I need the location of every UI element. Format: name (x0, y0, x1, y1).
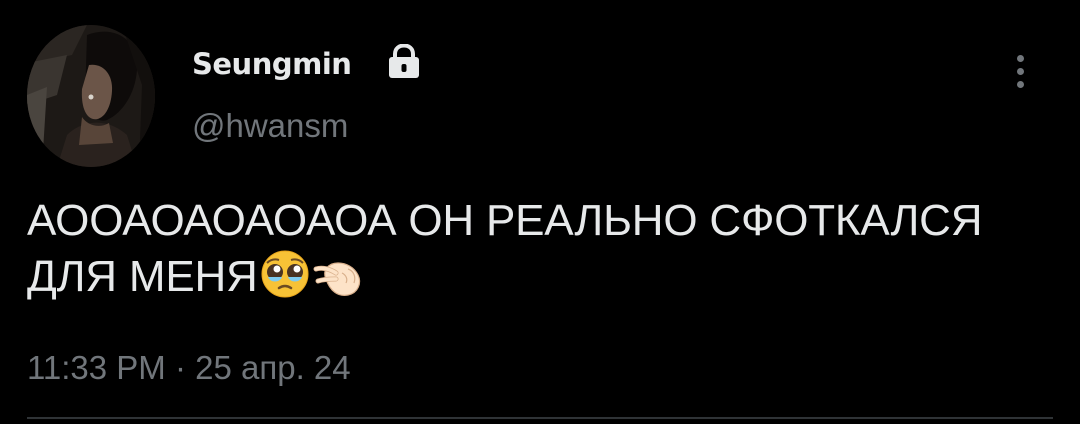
pinching-hand-emoji-icon (312, 249, 366, 299)
author-handle[interactable]: @hwansm (192, 106, 348, 146)
tweet-text: АООАОАОАОАОА ОН РЕАЛЬНО СФОТКАЛСЯ ДЛЯ МЕ… (27, 193, 1067, 305)
pleading-face-emoji-icon (258, 249, 312, 299)
more-options-button[interactable] (1006, 50, 1036, 94)
tweet-timestamp[interactable]: 11:33 PM · 25 апр. 24 (27, 348, 351, 388)
divider (27, 417, 1053, 419)
avatar-photo (27, 25, 155, 167)
tweet-text-line-1: АООАОАОАОАОА ОН РЕАЛЬНО СФОТКАЛСЯ (27, 196, 983, 245)
avatar[interactable] (27, 25, 155, 167)
tweet-text-line-2: ДЛЯ МЕНЯ (27, 249, 1067, 305)
tweet-text-line-2-text: ДЛЯ МЕНЯ (27, 252, 258, 301)
lock-icon (384, 44, 424, 80)
author-display-name[interactable]: Seungmin (192, 44, 352, 84)
